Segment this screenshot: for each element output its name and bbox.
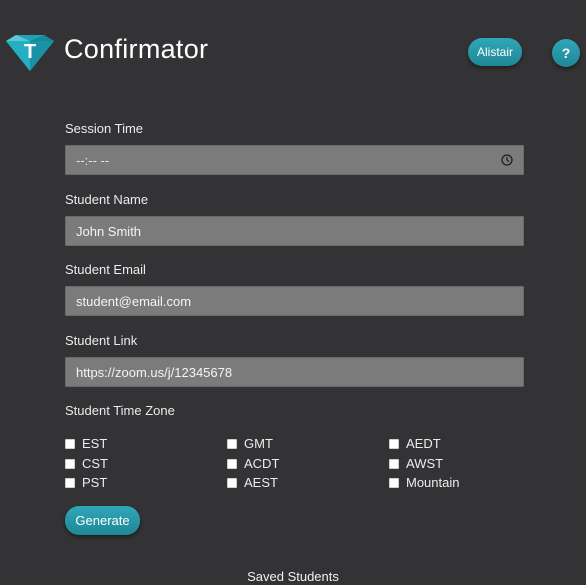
logo-icon: T xyxy=(6,35,54,71)
tz-option-est[interactable]: EST xyxy=(65,436,107,451)
tz-option-cst[interactable]: CST xyxy=(65,456,108,471)
tz-checkbox[interactable] xyxy=(227,477,237,488)
tz-option-mountain[interactable]: Mountain xyxy=(389,475,459,490)
student-email-value: student@email.com xyxy=(76,293,192,309)
app-title: Confirmator xyxy=(64,34,209,64)
tz-option-aedt[interactable]: AEDT xyxy=(389,436,441,451)
student-name-value: John Smith xyxy=(76,223,142,239)
time-zone-label: Student Time Zone xyxy=(65,403,175,418)
student-name-label: Student Name xyxy=(65,192,149,207)
tz-option-label: AWST xyxy=(406,456,444,471)
tz-checkbox[interactable] xyxy=(65,458,75,469)
tz-checkbox[interactable] xyxy=(227,438,237,449)
tz-checkbox[interactable] xyxy=(389,477,399,488)
tz-checkbox[interactable] xyxy=(65,438,75,449)
logo-letter: T xyxy=(24,41,36,63)
student-name-input[interactable]: John Smith xyxy=(65,216,524,246)
tz-option-label: CST xyxy=(82,456,108,471)
tz-checkbox[interactable] xyxy=(389,458,399,469)
generate-button[interactable]: Generate xyxy=(65,506,140,535)
saved-students-heading: Saved Students xyxy=(247,569,339,584)
tz-option-label: PST xyxy=(82,475,108,490)
student-email-input[interactable]: student@email.com xyxy=(65,286,524,316)
tz-option-aest[interactable]: AEST xyxy=(227,475,278,490)
tz-option-label: AEST xyxy=(244,475,278,490)
student-email-label: Student Email xyxy=(65,262,146,277)
student-link-value: https://zoom.us/j/12345678 xyxy=(76,364,233,380)
clock-icon[interactable] xyxy=(501,154,513,166)
app-root: T Confirmator Alistair ? Session Time --… xyxy=(0,0,586,585)
tz-option-label: Mountain xyxy=(406,475,460,490)
tz-option-awst[interactable]: AWST xyxy=(389,456,443,471)
tz-option-label: GMT xyxy=(244,436,273,451)
session-time-placeholder: --:-- -- xyxy=(76,152,110,168)
tz-option-acdt[interactable]: ACDT xyxy=(227,456,279,471)
session-time-input[interactable]: --:-- -- xyxy=(65,145,524,175)
user-account-button[interactable]: Alistair xyxy=(468,38,522,66)
student-link-label: Student Link xyxy=(65,333,138,348)
help-button[interactable]: ? xyxy=(552,39,580,67)
tz-option-label: AEDT xyxy=(406,436,441,451)
student-link-input[interactable]: https://zoom.us/j/12345678 xyxy=(65,357,524,387)
tz-option-gmt[interactable]: GMT xyxy=(227,436,273,451)
tz-checkbox[interactable] xyxy=(65,477,75,488)
tz-option-pst[interactable]: PST xyxy=(65,475,107,490)
tz-checkbox[interactable] xyxy=(389,438,399,449)
tz-option-label: ACDT xyxy=(244,456,280,471)
tz-option-label: EST xyxy=(82,436,108,451)
tz-checkbox[interactable] xyxy=(227,458,237,469)
session-time-label: Session Time xyxy=(65,121,144,136)
